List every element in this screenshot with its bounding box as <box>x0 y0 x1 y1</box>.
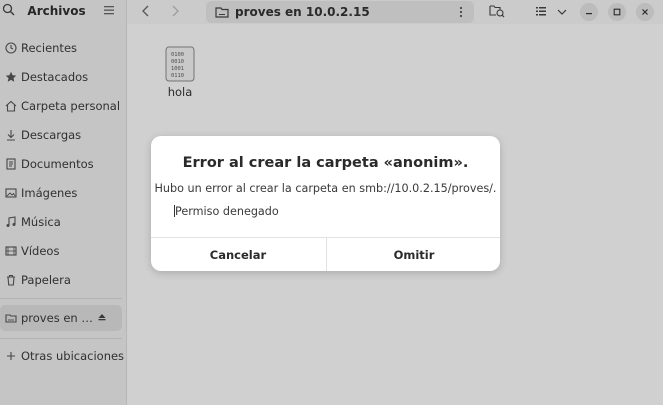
cancel-button[interactable]: Cancelar <box>151 238 325 271</box>
skip-button[interactable]: Omitir <box>327 238 501 271</box>
dialog-message: Hubo un error al crear la carpeta en smb… <box>154 182 497 195</box>
file-manager-window: Archivos Recientes Destacados Carpeta pe… <box>0 0 663 405</box>
error-dialog: Error al crear la carpeta «anonim». Hubo… <box>151 136 500 271</box>
dialog-detail: Permiso denegado <box>174 205 279 218</box>
dialog-detail-text: Permiso denegado <box>175 205 279 218</box>
dialog-title: Error al crear la carpeta «anonim». <box>182 155 469 171</box>
